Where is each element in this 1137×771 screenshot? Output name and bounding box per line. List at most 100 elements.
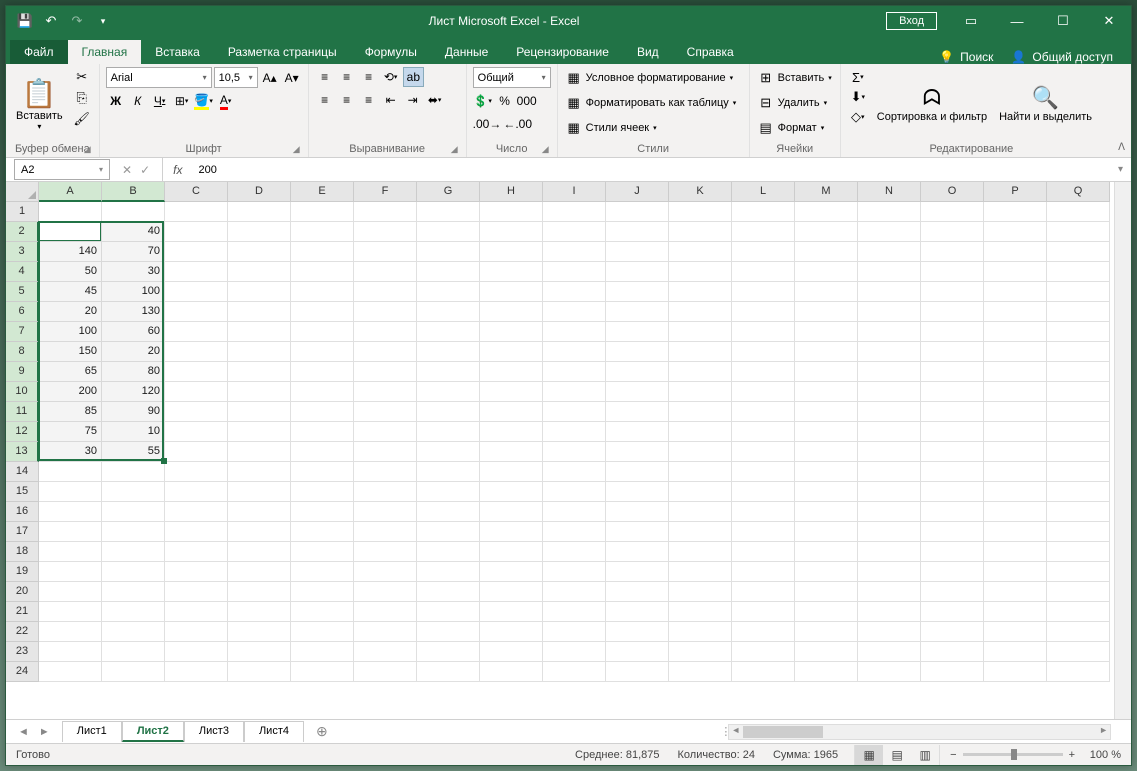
cell[interactable]	[39, 462, 102, 482]
ribbon-options-icon[interactable]: ▭	[949, 6, 993, 36]
cell[interactable]	[606, 262, 669, 282]
cell[interactable]	[480, 222, 543, 242]
cell[interactable]	[921, 422, 984, 442]
cell[interactable]	[732, 282, 795, 302]
cell[interactable]	[606, 522, 669, 542]
cell[interactable]	[102, 542, 165, 562]
cell[interactable]	[732, 242, 795, 262]
save-icon[interactable]: 💾	[14, 10, 36, 32]
cell[interactable]	[228, 302, 291, 322]
cell[interactable]	[354, 322, 417, 342]
cell[interactable]	[102, 462, 165, 482]
dialog-launcher-icon[interactable]: ◢	[542, 144, 549, 155]
cell[interactable]: 85	[39, 402, 102, 422]
col-header[interactable]: Q	[1047, 182, 1110, 202]
cell[interactable]	[354, 202, 417, 222]
cell[interactable]	[417, 282, 480, 302]
cell[interactable]: 40	[102, 222, 165, 242]
cell[interactable]	[795, 662, 858, 682]
cell[interactable]	[984, 482, 1047, 502]
cell[interactable]	[858, 562, 921, 582]
cell[interactable]	[795, 622, 858, 642]
cell[interactable]	[354, 562, 417, 582]
cell[interactable]: 90	[102, 402, 165, 422]
cell[interactable]	[354, 462, 417, 482]
cell[interactable]	[228, 582, 291, 602]
cell[interactable]	[732, 422, 795, 442]
cell[interactable]	[858, 522, 921, 542]
cell[interactable]	[858, 482, 921, 502]
sheet-tab[interactable]: Лист4	[244, 721, 304, 742]
cell[interactable]	[417, 482, 480, 502]
row-header[interactable]: 15	[6, 482, 39, 502]
cell[interactable]	[669, 562, 732, 582]
cell[interactable]	[354, 362, 417, 382]
cell[interactable]	[417, 362, 480, 382]
cell[interactable]	[543, 522, 606, 542]
cell[interactable]	[291, 422, 354, 442]
cell[interactable]: 45	[39, 282, 102, 302]
cell[interactable]	[606, 662, 669, 682]
cell[interactable]	[984, 542, 1047, 562]
cell[interactable]	[858, 262, 921, 282]
cell[interactable]	[228, 482, 291, 502]
cell[interactable]	[417, 402, 480, 422]
align-middle-icon[interactable]: ≡	[337, 67, 357, 87]
cell[interactable]	[354, 442, 417, 462]
cell[interactable]	[291, 542, 354, 562]
merge-icon[interactable]: ⬌▾	[425, 90, 445, 110]
cell[interactable]	[669, 362, 732, 382]
row-header[interactable]: 6	[6, 302, 39, 322]
cell[interactable]: 30	[102, 262, 165, 282]
cell[interactable]	[291, 362, 354, 382]
cell[interactable]	[354, 302, 417, 322]
cell[interactable]	[858, 642, 921, 662]
col-header[interactable]: N	[858, 182, 921, 202]
font-size-combo[interactable]: 10,5▾	[214, 67, 258, 88]
cell[interactable]	[606, 562, 669, 582]
cell[interactable]	[921, 262, 984, 282]
cell[interactable]	[1047, 562, 1110, 582]
cell[interactable]	[354, 662, 417, 682]
row-header[interactable]: 11	[6, 402, 39, 422]
cell[interactable]	[606, 622, 669, 642]
cell[interactable]: 75	[39, 422, 102, 442]
cell[interactable]	[354, 262, 417, 282]
cell[interactable]	[417, 382, 480, 402]
zoom-in-icon[interactable]: +	[1069, 749, 1075, 761]
cell[interactable]	[543, 662, 606, 682]
cell[interactable]	[1047, 622, 1110, 642]
decrease-indent-icon[interactable]: ⇤	[381, 90, 401, 110]
cell[interactable]	[732, 322, 795, 342]
cell[interactable]	[39, 502, 102, 522]
col-header[interactable]: O	[921, 182, 984, 202]
cell[interactable]: 150	[39, 342, 102, 362]
cell[interactable]	[795, 382, 858, 402]
tab-Главная[interactable]: Главная	[68, 40, 142, 64]
cell[interactable]	[984, 362, 1047, 382]
cell[interactable]	[732, 222, 795, 242]
cell[interactable]	[921, 542, 984, 562]
col-header[interactable]: D	[228, 182, 291, 202]
cell[interactable]	[480, 622, 543, 642]
cell[interactable]	[417, 522, 480, 542]
cell[interactable]	[984, 222, 1047, 242]
cell[interactable]	[543, 482, 606, 502]
cell[interactable]	[165, 282, 228, 302]
cell[interactable]	[291, 322, 354, 342]
col-header[interactable]: L	[732, 182, 795, 202]
cell[interactable]	[669, 202, 732, 222]
cell[interactable]	[795, 582, 858, 602]
cell[interactable]	[606, 462, 669, 482]
cell[interactable]	[732, 642, 795, 662]
cell[interactable]	[165, 462, 228, 482]
cell[interactable]: 30	[39, 442, 102, 462]
cell[interactable]	[228, 622, 291, 642]
cell[interactable]	[1047, 542, 1110, 562]
cell[interactable]	[228, 562, 291, 582]
cell[interactable]	[291, 342, 354, 362]
cell[interactable]	[921, 642, 984, 662]
cell[interactable]	[102, 522, 165, 542]
cell[interactable]	[543, 362, 606, 382]
align-left-icon[interactable]: ≡	[315, 90, 335, 110]
